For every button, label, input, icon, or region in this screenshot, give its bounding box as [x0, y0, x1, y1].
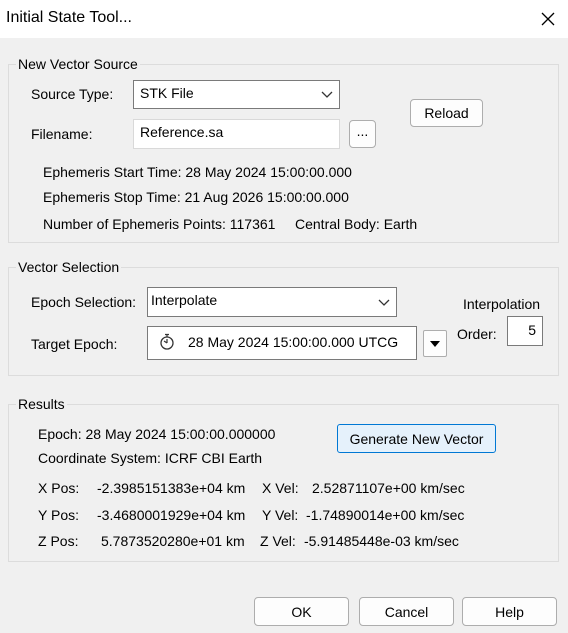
help-button[interactable]: Help [462, 597, 557, 626]
generate-new-vector-label: Generate New Vector [349, 430, 484, 447]
x-vel-value: 2.52871107e+00 km/sec [312, 480, 465, 496]
z-vel-value: -5.91485448e-03 km/sec [304, 533, 459, 549]
vector-selection-legend: Vector Selection [16, 259, 122, 275]
browse-button[interactable]: ... [349, 120, 376, 148]
central-body: Central Body: Earth [295, 216, 418, 232]
z-pos-value: 5.7873520280e+01 km [101, 533, 245, 549]
cancel-label: Cancel [384, 603, 429, 620]
filename-value: Reference.sa [140, 124, 224, 140]
results-epoch: Epoch: 28 May 2024 15:00:00.000000 [38, 426, 276, 442]
target-epoch-input[interactable]: 28 May 2024 15:00:00.000 UTCG [147, 326, 417, 360]
new-vector-source-legend: New Vector Source [16, 56, 140, 72]
y-vel-value: -1.74890014e+00 km/sec [306, 507, 465, 523]
title-bar: Initial State Tool... [0, 0, 568, 38]
target-epoch-dropdown-button[interactable] [423, 330, 447, 357]
epoch-selection-value: Interpolate [151, 292, 218, 308]
x-pos-label: X Pos: [38, 480, 80, 496]
source-type-select[interactable]: STK File [133, 80, 340, 109]
z-vel-label: Z Vel: [260, 533, 296, 549]
ephemeris-stop-time: Ephemeris Stop Time: 21 Aug 2026 15:00:0… [43, 189, 349, 205]
ephemeris-start-time: Ephemeris Start Time: 28 May 2024 15:00:… [43, 164, 352, 180]
close-button[interactable] [532, 4, 564, 34]
caret-down-icon [430, 340, 440, 347]
ok-label: OK [291, 603, 312, 620]
interpolation-order-input[interactable]: 5 [507, 316, 543, 346]
source-type-value: STK File [140, 85, 194, 101]
reload-label: Reload [424, 105, 469, 121]
window-title: Initial State Tool... [6, 9, 132, 26]
browse-label: ... [356, 123, 369, 139]
target-epoch-value: 28 May 2024 15:00:00.000 UTCG [188, 334, 399, 350]
y-pos-value: -3.4680001929e+04 km [97, 507, 246, 523]
x-vel-label: X Vel: [262, 480, 299, 496]
epoch-selection-label: Epoch Selection: [31, 294, 137, 310]
coordinate-system: Coordinate System: ICRF CBI Earth [38, 450, 263, 466]
filename-label: Filename: [31, 126, 93, 142]
y-vel-label: Y Vel: [262, 507, 299, 523]
help-label: Help [495, 603, 524, 620]
source-type-label: Source Type: [31, 86, 114, 102]
epoch-selection-select[interactable]: Interpolate [147, 287, 397, 317]
stopwatch-icon [160, 333, 174, 350]
generate-new-vector-button[interactable]: Generate New Vector [337, 424, 496, 453]
results-legend: Results [16, 396, 67, 412]
ephemeris-points: Number of Ephemeris Points: 117361 [43, 216, 276, 232]
chevron-down-icon [378, 299, 390, 306]
interpolation-order-value: 5 [528, 322, 536, 338]
z-pos-label: Z Pos: [38, 533, 79, 549]
y-pos-label: Y Pos: [38, 507, 79, 523]
chevron-down-icon [321, 91, 333, 98]
target-epoch-label: Target Epoch: [31, 336, 118, 352]
reload-button[interactable]: Reload [410, 99, 483, 127]
cancel-button[interactable]: Cancel [359, 597, 454, 626]
ok-button[interactable]: OK [254, 597, 349, 626]
filename-input[interactable]: Reference.sa [133, 119, 340, 149]
order-label: Order: [457, 326, 497, 342]
x-pos-value: -2.3985151383e+04 km [97, 480, 246, 496]
close-icon [541, 12, 555, 26]
interpolation-label: Interpolation [463, 296, 541, 312]
